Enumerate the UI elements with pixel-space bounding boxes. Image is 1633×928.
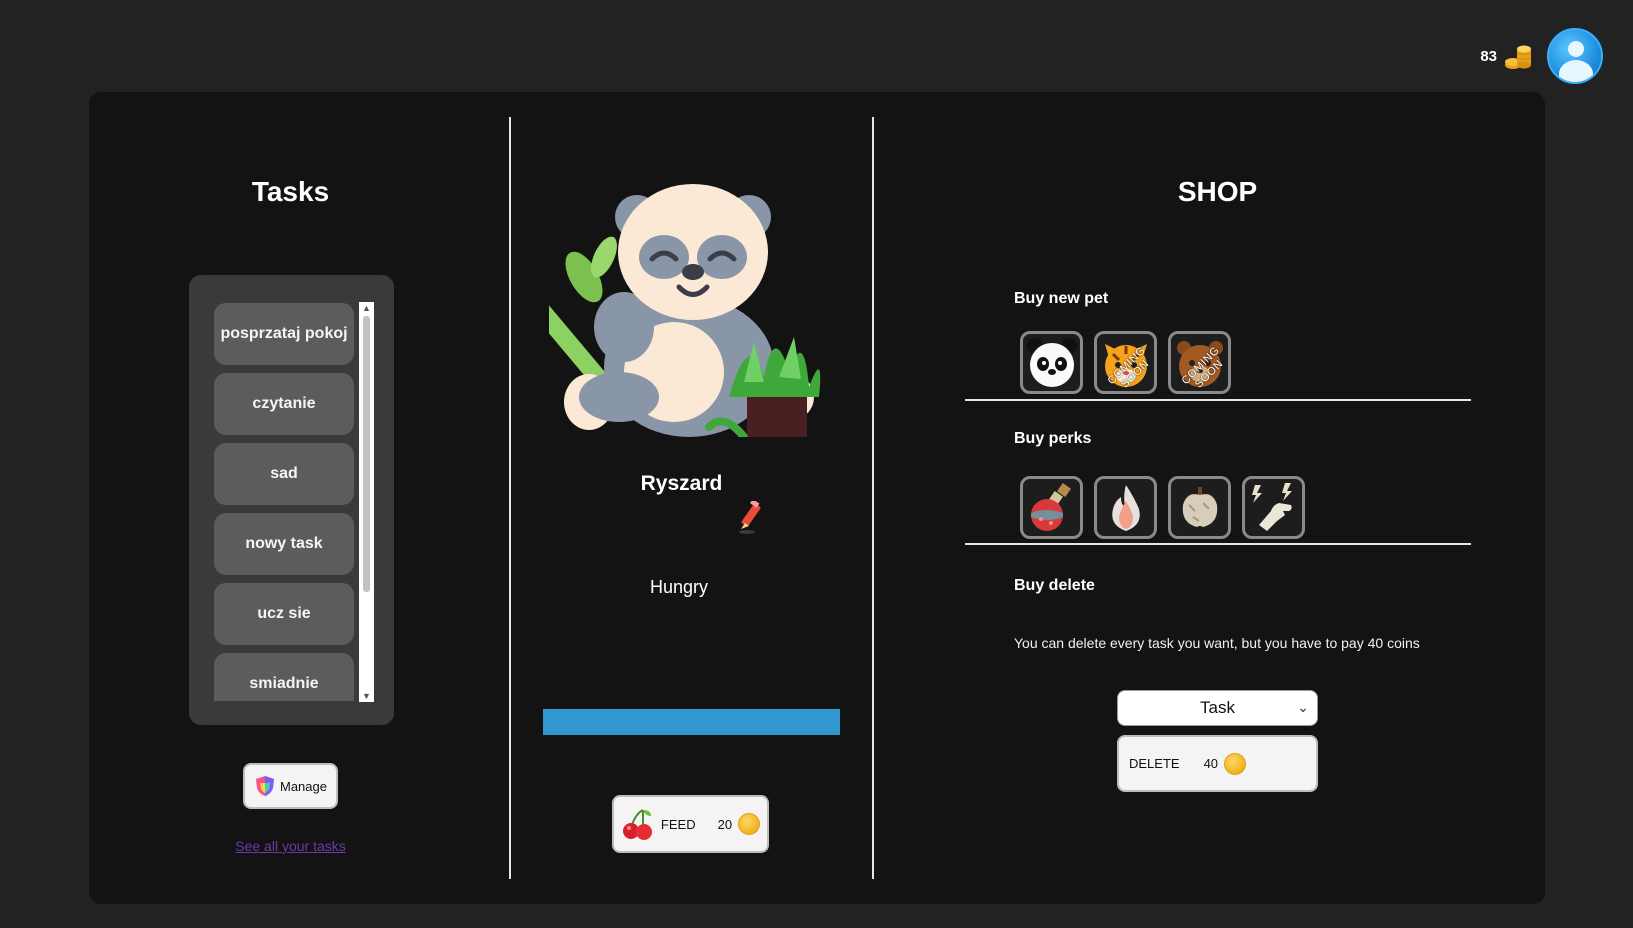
delete-description: You can delete every task you want, but … [1014, 635, 1420, 651]
pet-shop-row: COMING SOON COMING SOON [1020, 331, 1231, 394]
apple-icon [1182, 486, 1217, 527]
pet-option-bear[interactable]: COMING SOON [1168, 331, 1231, 394]
pet-name: Ryszard [640, 472, 723, 495]
task-select[interactable]: Task ⌄ [1117, 690, 1318, 726]
chevron-down-icon: ⌄ [1297, 699, 1309, 715]
pet-option-panda[interactable] [1020, 331, 1083, 394]
shop-divider [965, 543, 1471, 545]
coin-icon [738, 813, 761, 835]
feed-cost: 20 [717, 816, 733, 832]
task-item[interactable]: czytanie [214, 373, 354, 435]
top-bar: 83 [1480, 28, 1603, 84]
scrollbar-thumb[interactable] [363, 316, 370, 592]
manage-label: Manage [280, 778, 327, 794]
main-panel: Tasks posprzataj pokoj czytanie sad nowy… [89, 92, 1545, 904]
column-divider [872, 117, 874, 879]
task-item[interactable]: ucz sie [214, 583, 354, 645]
coin-balance: 83 [1480, 41, 1533, 71]
delete-button[interactable]: DELETE 40 [1117, 735, 1318, 792]
hunger-bar-fill [543, 709, 840, 735]
coin-stack-icon [1505, 45, 1531, 69]
task-item[interactable]: posprzataj pokoj [214, 303, 354, 365]
perk-option-fire[interactable] [1094, 476, 1157, 539]
potion-icon [1030, 482, 1071, 531]
feed-button[interactable]: FEED 20 [612, 795, 769, 853]
perk-shop-row [1020, 476, 1305, 539]
column-divider [509, 117, 511, 879]
coin-icon [1224, 752, 1247, 775]
manage-button[interactable]: Manage [243, 763, 338, 809]
tasks-title: Tasks [251, 176, 330, 207]
perk-option-lightning[interactable] [1242, 476, 1305, 539]
delete-label: DELETE [1129, 756, 1180, 771]
pet-option-tiger[interactable]: COMING SOON [1094, 331, 1157, 394]
pet-status: Hungry [649, 577, 709, 597]
buy-pet-heading: Buy new pet [1014, 290, 1109, 307]
fire-icon [1111, 484, 1140, 531]
shop-divider [965, 399, 1471, 401]
pencil-edit-icon[interactable] [737, 501, 765, 535]
shield-icon [256, 776, 274, 796]
buy-perks-heading: Buy perks [1014, 430, 1092, 447]
task-item[interactable]: nowy task [214, 513, 354, 575]
scroll-up-icon[interactable]: ▲ [359, 302, 374, 314]
task-list-container: posprzataj pokoj czytanie sad nowy task … [189, 275, 394, 725]
task-item[interactable]: smiadnie [214, 653, 354, 701]
feed-label: FEED [660, 816, 696, 832]
perk-option-potion[interactable] [1020, 476, 1083, 539]
task-item[interactable]: sad [214, 443, 354, 505]
panda-icon [1026, 337, 1077, 387]
user-avatar-icon[interactable] [1547, 28, 1603, 84]
task-list: posprzataj pokoj czytanie sad nowy task … [214, 303, 354, 701]
perk-option-apple[interactable] [1168, 476, 1231, 539]
lightning-fist-icon [1251, 482, 1292, 531]
cherry-icon [622, 809, 652, 840]
see-all-tasks-link[interactable]: See all your tasks [89, 838, 492, 854]
panda-pet-image [549, 184, 821, 437]
delete-cost: 40 [1203, 756, 1219, 771]
task-select-value: Task [1200, 698, 1235, 717]
hunger-bar [543, 709, 840, 735]
task-list-scrollbar[interactable]: ▲ ▼ [359, 302, 374, 702]
scroll-down-icon[interactable]: ▼ [359, 690, 374, 702]
buy-delete-heading: Buy delete [1014, 577, 1095, 594]
coin-count: 83 [1480, 47, 1497, 65]
shop-title: SHOP [1177, 176, 1258, 207]
